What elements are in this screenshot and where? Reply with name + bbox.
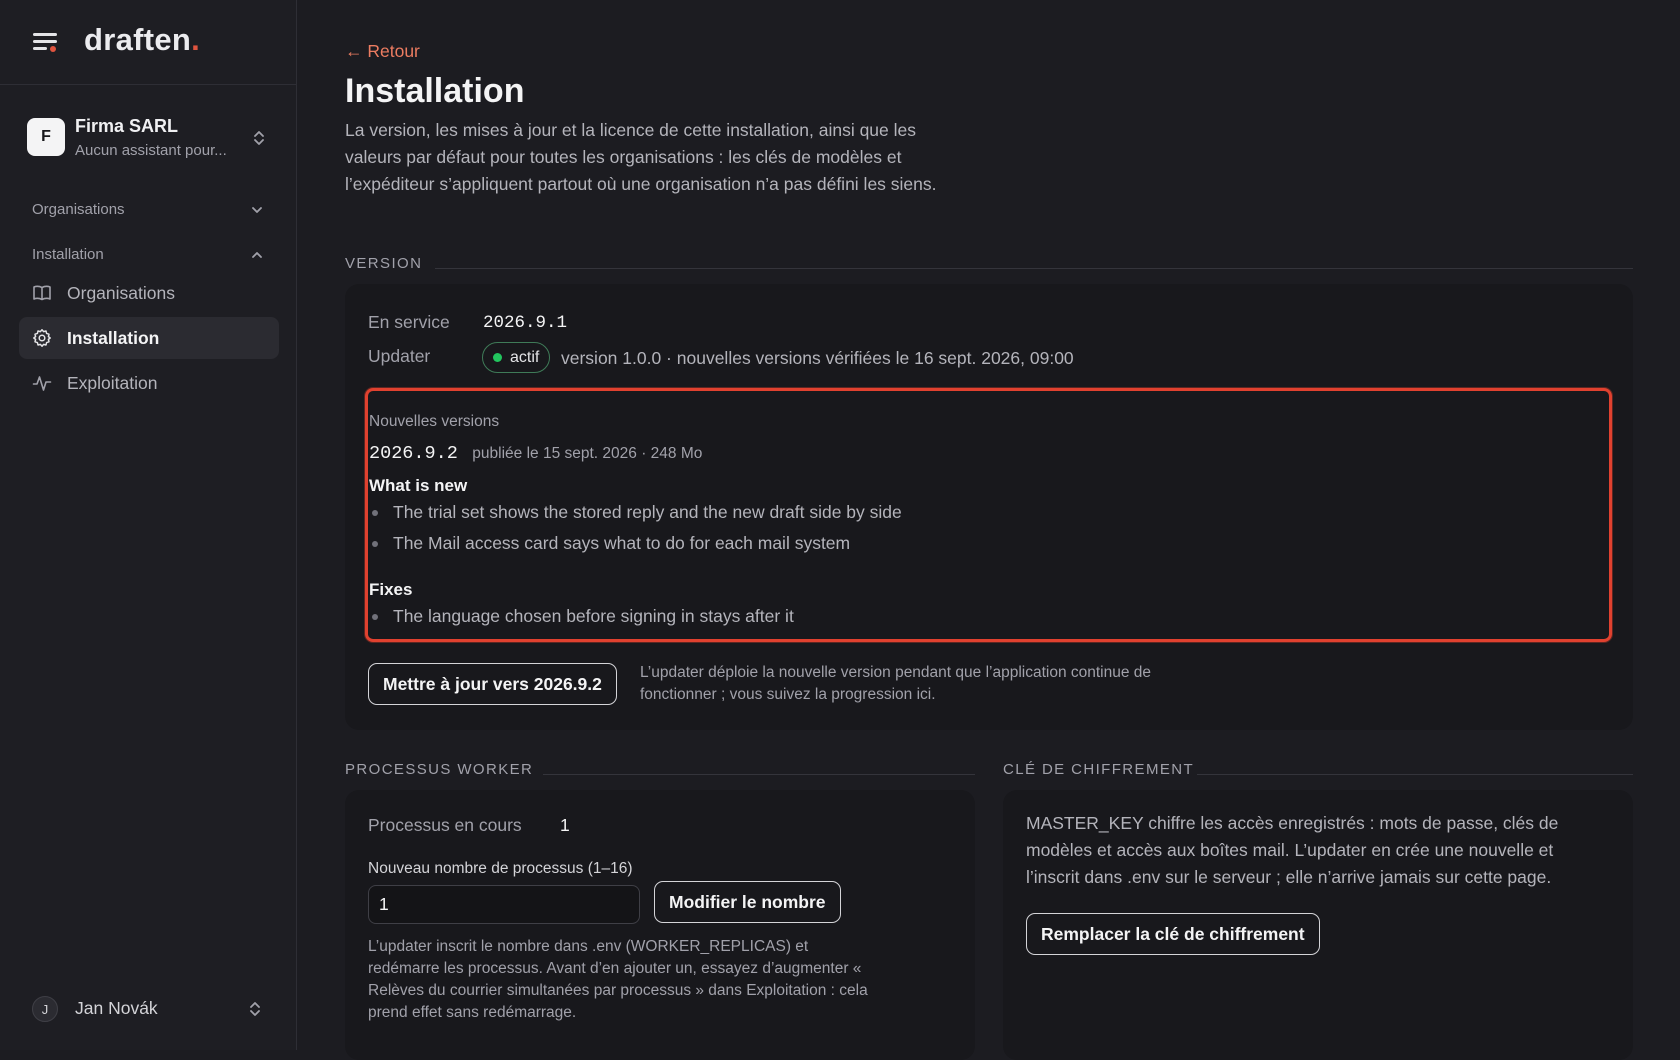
modify-count-button[interactable]: Modifier le nombre [654,881,841,923]
list-item: The trial set shows the stored reply and… [369,497,1569,528]
page-description: La version, les mises à jour et la licen… [345,120,937,194]
release-notes-list: The trial set shows the stored reply and… [369,497,1569,559]
chevron-up-icon [252,252,262,258]
user-menu[interactable]: J Jan Novák [32,994,268,1024]
sidebar-item-exploitation[interactable]: Exploitation [19,362,279,404]
running-processes-value: 1 [560,815,570,835]
main-content: ← Retour Installation La version, les mi… [345,0,1635,1060]
new-count-label: Nouveau nombre de processus (1–16) [368,860,633,877]
section-heading-worker: PROCESSUS WORKER [345,761,534,778]
chevron-down-icon [252,207,262,213]
worker-count-input[interactable] [368,885,640,924]
encryption-card: MASTER_KEY chiffre les accès enregistrés… [1003,790,1633,1060]
org-subtitle: Aucun assistant pour... [75,142,227,159]
org-avatar: F [27,118,65,156]
logo-text: draften [84,22,192,57]
update-help-text: L’updater déploie la nouvelle version pe… [640,664,1152,703]
user-name: Jan Novák [75,998,158,1018]
sidebar-item-organisations[interactable]: Organisations [19,272,279,314]
in-service-version: 2026.9.1 [483,313,568,333]
replace-key-button[interactable]: Remplacer la clé de chiffrement [1026,913,1320,955]
list-item: The language chosen before signing in st… [369,601,1569,632]
chevron-up-down-icon [250,1002,260,1016]
encryption-description: MASTER_KEY chiffre les accès enregistrés… [1026,813,1559,887]
section-heading-encryption: CLÉ DE CHIFFREMENT [1003,761,1195,778]
worker-card: Processus en cours 1 Nouveau nombre de p… [345,790,975,1060]
release-header: 2026.9.2 publiée le 15 sept. 2026 · 248 … [369,443,702,464]
logo[interactable]: draften. [84,22,200,58]
updater-label: Updater [368,346,431,366]
nav-group-label: Organisations [32,201,125,218]
update-button[interactable]: Mettre à jour vers 2026.9.2 [368,663,617,705]
brand-header: draften. [0,0,296,85]
new-versions-label: Nouvelles versions [369,413,500,430]
list-item: The Mail access card says what to do for… [369,528,1569,559]
page-title: Installation [345,72,525,110]
nav-group-label: Installation [32,246,104,263]
updater-info: version 1.0.0 · nouvelles versions vérif… [561,348,1074,368]
release-version: 2026.9.2 [369,443,458,464]
avatar: J [32,996,58,1022]
sidebar-item-installation[interactable]: Installation [19,317,279,359]
in-service-label: En service [368,312,450,332]
release-meta: publiée le 15 sept. 2026 · 248 Mo [472,445,703,462]
release-notes-panel: Nouvelles versions 2026.9.2 publiée le 1… [365,388,1612,642]
org-name: Firma SARL [75,116,179,136]
section-divider [435,268,1633,269]
running-processes-label: Processus en cours [368,815,522,835]
nav-group-installation[interactable]: Installation [32,246,268,263]
nav-group-organisations[interactable]: Organisations [32,201,268,218]
release-notes-list: The language chosen before signing in st… [369,601,1569,632]
version-card: En service 2026.9.1 Updater actif versio… [345,284,1633,730]
back-link[interactable]: ← Retour [345,41,420,62]
section-divider [1197,774,1633,775]
section-divider [543,774,975,775]
logo-dot: . [191,22,201,57]
section-heading-version: VERSION [345,255,423,272]
sidebar-item-label: Organisations [67,283,175,303]
worker-help-text: L’updater inscrit le nombre dans .env (W… [368,938,868,1021]
sidebar: draften. F Firma SARL Aucun assistant po… [0,0,297,1050]
release-section-title: Fixes [369,580,413,599]
sidebar-item-label: Installation [67,328,160,348]
release-section-title: What is new [369,476,468,495]
org-switcher[interactable]: F Firma SARL Aucun assistant pour... [27,114,275,170]
book-icon [33,285,51,301]
gear-icon [33,329,51,347]
chevron-up-down-icon [254,131,264,145]
activity-icon [32,376,52,391]
status-badge: actif [482,342,551,373]
sidebar-item-label: Exploitation [67,373,158,393]
menu-icon[interactable] [33,31,59,53]
